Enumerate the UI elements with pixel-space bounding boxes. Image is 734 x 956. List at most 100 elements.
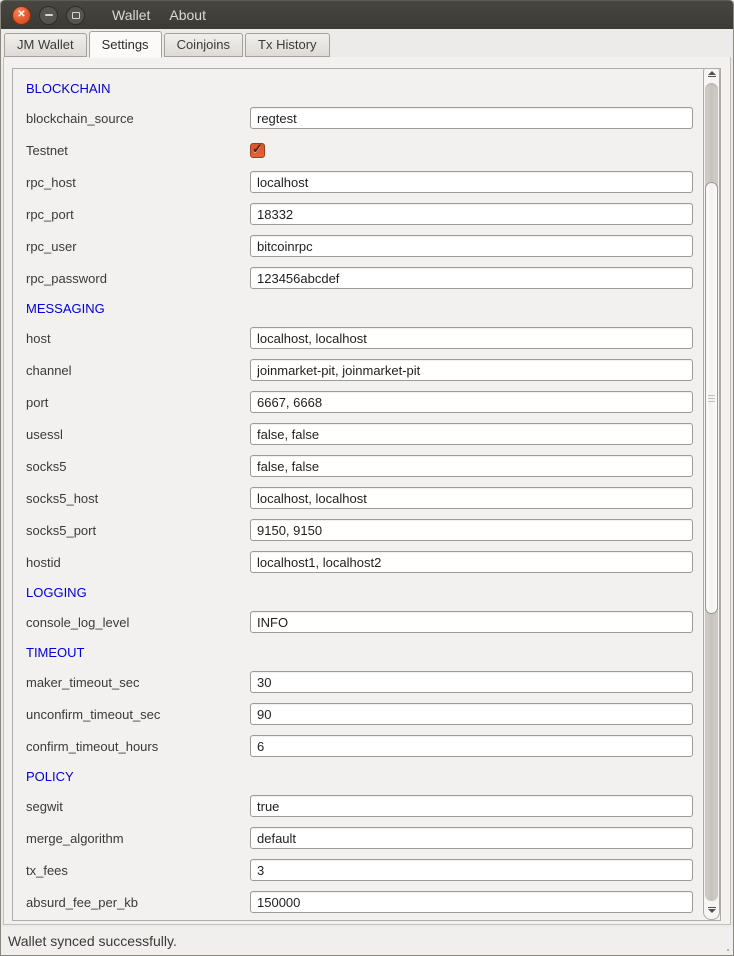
field-label: tx_fees <box>26 863 250 878</box>
field-row: port <box>13 386 703 418</box>
field-label: maker_timeout_sec <box>26 675 250 690</box>
field-row: console_log_level <box>13 606 703 638</box>
section-header-logging: LOGGING <box>13 578 703 606</box>
tab-coinjoins[interactable]: Coinjoins <box>164 33 243 57</box>
statusbar: Wallet synced successfully. <box>1 927 733 955</box>
field-row: maker_timeout_sec <box>13 666 703 698</box>
app-window: ✕ Wallet About JM Wallet Settings Coinjo… <box>0 0 734 956</box>
field-label: socks5_host <box>26 491 250 506</box>
merge_algorithm-input[interactable] <box>250 827 693 849</box>
testnet-checkbox[interactable]: ✓ <box>250 143 265 158</box>
section-header-blockchain: BLOCKCHAIN <box>13 74 703 102</box>
rpc_password-input[interactable] <box>250 267 693 289</box>
field-label: segwit <box>26 799 250 814</box>
window-controls: ✕ <box>12 6 85 25</box>
up-arrow-icon <box>708 71 716 75</box>
segwit-input[interactable] <box>250 795 693 817</box>
field-label: host <box>26 331 250 346</box>
scrollbar-thumb[interactable] <box>705 182 718 614</box>
rpc_port-input[interactable] <box>250 203 693 225</box>
hostid-input[interactable] <box>250 551 693 573</box>
host-input[interactable] <box>250 327 693 349</box>
minimize-icon <box>45 14 53 16</box>
blockchain_source-input[interactable] <box>250 107 693 129</box>
channel-input[interactable] <box>250 359 693 381</box>
field-row: rpc_password <box>13 262 703 294</box>
scrollbar-track[interactable] <box>705 83 718 901</box>
tab-jm-wallet[interactable]: JM Wallet <box>4 33 87 57</box>
maximize-button[interactable] <box>66 6 85 25</box>
field-row: rpc_user <box>13 230 703 262</box>
field-label: hostid <box>26 555 250 570</box>
field-row: confirm_timeout_hours <box>13 730 703 762</box>
field-label: confirm_timeout_hours <box>26 739 250 754</box>
field-label: rpc_password <box>26 271 250 286</box>
maximize-icon <box>72 12 80 19</box>
field-label: unconfirm_timeout_sec <box>26 707 250 722</box>
tab-bar: JM Wallet Settings Coinjoins Tx History <box>1 29 733 57</box>
field-label: merge_algorithm <box>26 831 250 846</box>
tab-settings[interactable]: Settings <box>89 31 162 58</box>
field-row: socks5_port <box>13 514 703 546</box>
field-label: rpc_port <box>26 207 250 222</box>
settings-scroll-area: BLOCKCHAIN blockchain_source Testnet✓ rpc_h… <box>12 68 721 921</box>
absurd_fee_per_kb-input[interactable] <box>250 891 693 913</box>
checkmark-icon: ✓ <box>252 142 263 155</box>
section-header-policy: POLICY <box>13 762 703 790</box>
field-row <box>13 918 703 921</box>
field-row: channel <box>13 354 703 386</box>
field-label: blockchain_source <box>26 111 250 126</box>
field-label: socks5_port <box>26 523 250 538</box>
confirm_timeout_hours-input[interactable] <box>250 735 693 757</box>
section-header-timeout: TIMEOUT <box>13 638 703 666</box>
titlebar: ✕ Wallet About <box>1 0 733 29</box>
field-row: absurd_fee_per_kb <box>13 886 703 918</box>
thumb-grip-icon <box>708 395 715 396</box>
field-row: segwit <box>13 790 703 822</box>
field-label: channel <box>26 363 250 378</box>
console_log_level-input[interactable] <box>250 611 693 633</box>
close-icon: ✕ <box>17 10 25 20</box>
field-label: rpc_host <box>26 175 250 190</box>
status-text: Wallet synced successfully. <box>8 933 177 949</box>
scrollbar-down-button[interactable] <box>704 903 719 917</box>
field-row: blockchain_source <box>13 102 703 134</box>
field-row: tx_fees <box>13 854 703 886</box>
down-arrow-icon <box>708 909 716 913</box>
settings-pane: BLOCKCHAIN blockchain_source Testnet✓ rpc_h… <box>3 56 731 925</box>
socks5-input[interactable] <box>250 455 693 477</box>
socks5_host-input[interactable] <box>250 487 693 509</box>
rpc_host-input[interactable] <box>250 171 693 193</box>
maker_timeout_sec-input[interactable] <box>250 671 693 693</box>
field-label: port <box>26 395 250 410</box>
tab-tx-history[interactable]: Tx History <box>245 33 330 57</box>
port-input[interactable] <box>250 391 693 413</box>
tx_fees-input[interactable] <box>250 859 693 881</box>
field-row: usessl <box>13 418 703 450</box>
field-row: unconfirm_timeout_sec <box>13 698 703 730</box>
vertical-scrollbar[interactable] <box>703 68 720 920</box>
socks5_port-input[interactable] <box>250 519 693 541</box>
menu-item-about[interactable]: About <box>169 7 206 23</box>
usessl-input[interactable] <box>250 423 693 445</box>
menubar: Wallet About <box>112 7 206 23</box>
close-button[interactable]: ✕ <box>12 6 31 25</box>
section-header-messaging: MESSAGING <box>13 294 703 322</box>
settings-form: BLOCKCHAIN blockchain_source Testnet✓ rpc_h… <box>13 69 703 921</box>
scrollbar-up-button[interactable] <box>704 68 719 81</box>
rpc_user-input[interactable] <box>250 235 693 257</box>
field-row: hostid <box>13 546 703 578</box>
field-label: usessl <box>26 427 250 442</box>
field-row: socks5_host <box>13 482 703 514</box>
field-label: rpc_user <box>26 239 250 254</box>
field-label: socks5 <box>26 459 250 474</box>
menu-item-wallet[interactable]: Wallet <box>112 7 150 23</box>
field-row: rpc_port <box>13 198 703 230</box>
field-label: absurd_fee_per_kb <box>26 895 250 910</box>
field-label: Testnet <box>26 143 250 158</box>
resize-grip[interactable] <box>727 949 729 951</box>
unconfirm_timeout_sec-input[interactable] <box>250 703 693 725</box>
minimize-button[interactable] <box>39 6 58 25</box>
field-row: merge_algorithm <box>13 822 703 854</box>
field-label: console_log_level <box>26 615 250 630</box>
